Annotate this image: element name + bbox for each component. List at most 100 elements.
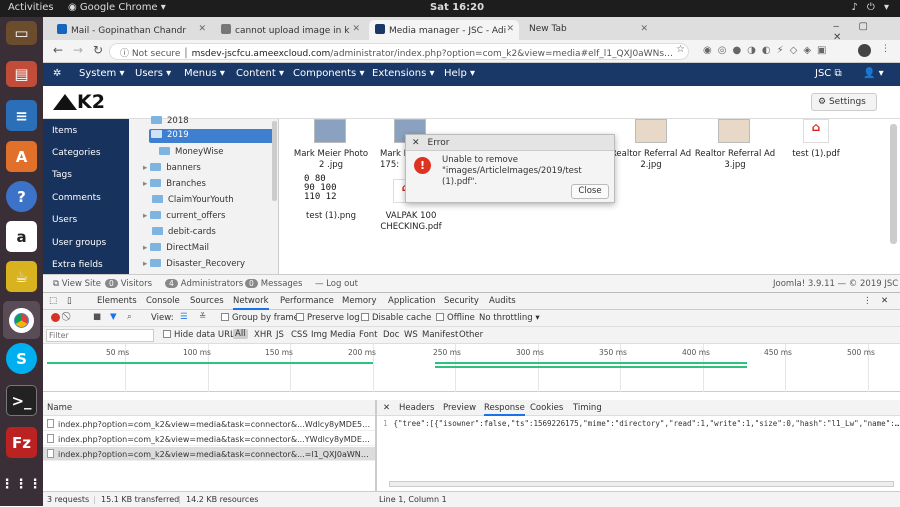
clock[interactable]: Sat 16:20 <box>430 2 484 13</box>
file-name[interactable]: Realtor Referral Ad 2.jpg <box>610 149 692 171</box>
png-preview[interactable]: 0 80 90 100 110 12 <box>304 175 364 202</box>
type-filter-img[interactable]: Img <box>311 330 327 340</box>
terminal-icon[interactable]: >_ <box>6 385 37 416</box>
software-center-icon[interactable]: A <box>6 141 37 172</box>
tab-timing[interactable]: Timing <box>573 403 602 413</box>
tab-cookies[interactable]: Cookies <box>530 403 563 413</box>
type-filter-ws[interactable]: WS <box>404 330 418 340</box>
visitors-indicator[interactable]: 0 Visitors <box>105 279 152 289</box>
tree-scrollbar[interactable] <box>272 121 277 201</box>
skype-icon[interactable]: S <box>6 343 37 374</box>
hide-data-urls-checkbox[interactable]: Hide data URLs <box>163 330 239 340</box>
tab-network[interactable]: Network <box>233 296 269 310</box>
sidebar-item-tags[interactable]: Tags <box>52 170 72 180</box>
tab-preview[interactable]: Preview <box>443 403 476 413</box>
menu-components[interactable]: Components ▾ <box>293 68 364 79</box>
sidebar-item-comments[interactable]: Comments <box>52 193 101 203</box>
close-tab-icon[interactable]: ✕ <box>198 24 206 34</box>
settings-button[interactable]: ⚙ Settings <box>811 93 877 111</box>
tab-new[interactable]: New Tab ✕ <box>523 20 653 40</box>
filter-icon[interactable]: ▼ <box>110 312 117 322</box>
type-filter-css[interactable]: CSS <box>291 330 308 340</box>
search-icon[interactable]: ⌕ <box>127 312 132 322</box>
type-filter-font[interactable]: Font <box>359 330 378 340</box>
image-thumbnail[interactable] <box>314 119 346 143</box>
throttling-select[interactable]: No throttling ▾ <box>479 313 540 323</box>
offline-checkbox[interactable]: Offline <box>436 313 475 323</box>
tree-folder[interactable]: ▸ banners <box>143 163 201 173</box>
table-row-selected[interactable]: index.php?option=com_k2&view=media&task=… <box>43 447 375 461</box>
bookmark-star-icon[interactable]: ☆ <box>676 44 685 55</box>
sidebar-item-users[interactable]: Users <box>52 215 77 225</box>
type-filter-doc[interactable]: Doc <box>383 330 399 340</box>
record-icon[interactable] <box>51 313 60 322</box>
waterfall-icon[interactable]: ≚ <box>199 312 206 322</box>
view-site-link[interactable]: ⧉ View Site <box>53 279 101 289</box>
tab-sources[interactable]: Sources <box>190 296 224 306</box>
tree-folder[interactable]: ClaimYourYouth <box>152 195 234 205</box>
help-icon[interactable]: ? <box>6 181 37 212</box>
admins-indicator[interactable]: 4 Administrators <box>165 279 243 289</box>
back-icon[interactable]: ← <box>53 43 63 57</box>
type-filter-js[interactable]: JS <box>276 330 284 340</box>
tree-folder[interactable]: MoneyWise <box>159 147 223 157</box>
pdf-icon[interactable]: ⌂ <box>803 119 829 143</box>
file-name[interactable]: Mark Meier Photo 2 .jpg <box>290 149 372 171</box>
table-row[interactable]: index.php?option=com_k2&view=media&task=… <box>43 432 375 446</box>
site-link[interactable]: JSC ⧉ <box>815 68 842 79</box>
device-icon[interactable]: ▯ <box>67 296 72 306</box>
messages-indicator[interactable]: 0 Messages <box>245 279 302 289</box>
tree-folder[interactable]: ▸ current_offers <box>143 211 225 221</box>
tree-folder[interactable]: ▸ DirectMail <box>143 243 209 253</box>
type-filter-manifest[interactable]: Manifest <box>422 330 458 340</box>
response-body[interactable]: 1 {"tree":[{"isowner":false,"ts":15692261… <box>383 419 900 428</box>
tab-headers[interactable]: Headers <box>399 403 434 413</box>
close-devtools-icon[interactable]: ✕ <box>881 296 888 306</box>
tab-performance[interactable]: Performance <box>280 296 334 306</box>
file-name[interactable]: Realtor Referral Ad 3.jpg <box>694 149 776 171</box>
tree-folder[interactable]: debit-cards <box>152 227 216 237</box>
tab-mail[interactable]: Mail - Gopinathan Chandr ✕ <box>51 20 211 40</box>
preserve-log-checkbox[interactable]: Preserve log <box>296 313 360 323</box>
table-row[interactable]: index.php?option=com_k2&view=media&task=… <box>43 417 375 431</box>
horizontal-scrollbar[interactable] <box>389 481 894 487</box>
teapot-icon[interactable]: ☕ <box>6 261 37 292</box>
app-icon[interactable]: ▤ <box>6 61 37 87</box>
large-rows-icon[interactable]: ☰ <box>180 312 188 322</box>
file-name[interactable]: test (1).png <box>290 211 372 222</box>
extension-icons[interactable]: ◉◎●◑◐⚡◇◈▣ <box>703 45 832 56</box>
apps-grid-icon[interactable]: ⋮⋮⋮ <box>1 469 42 500</box>
menu-help[interactable]: Help ▾ <box>444 68 475 79</box>
tab-elements[interactable]: Elements <box>97 296 137 306</box>
disable-cache-checkbox[interactable]: Disable cache <box>361 313 431 323</box>
sidebar-item-user-groups[interactable]: User groups <box>52 238 106 248</box>
file-name[interactable]: test (1).pdf <box>775 149 857 160</box>
name-column-header[interactable]: Name <box>43 400 375 416</box>
tree-folder[interactable]: ▸ Branches <box>143 179 206 189</box>
chrome-dock-icon[interactable] <box>3 301 40 339</box>
camera-icon[interactable]: ■ <box>93 312 101 322</box>
chrome-menu-icon[interactable]: ⋮ <box>881 44 890 54</box>
tab-stackoverflow[interactable]: cannot upload image in k ✕ <box>215 20 365 40</box>
menu-system[interactable]: System ▾ <box>79 68 125 79</box>
files-icon[interactable]: ▭ <box>6 21 37 45</box>
menu-content[interactable]: Content ▾ <box>236 68 284 79</box>
tab-security[interactable]: Security <box>444 296 479 306</box>
filezilla-icon[interactable]: Fz <box>6 427 37 458</box>
tab-memory[interactable]: Memory <box>342 296 377 306</box>
activities-button[interactable]: Activities <box>8 2 54 13</box>
amazon-icon[interactable]: a <box>6 221 37 252</box>
close-tab-icon[interactable]: ✕ <box>352 24 360 34</box>
joomla-logo-icon[interactable]: ✲ <box>53 68 61 79</box>
image-thumbnail[interactable] <box>718 119 750 143</box>
url-bar[interactable]: ⓘ Not secure │ msdev-jscfcu.ameexcloud.c… <box>109 43 689 60</box>
tab-application[interactable]: Application <box>388 296 436 306</box>
tab-response[interactable]: Response <box>484 403 525 416</box>
file-name[interactable]: VALPAK 100 CHECKING.pdf <box>370 211 452 233</box>
tree-folder[interactable]: ▸ Disaster_Recovery <box>143 259 245 269</box>
close-tab-icon[interactable]: ✕ <box>640 24 648 34</box>
network-overview-timeline[interactable]: 50 ms 100 ms 150 ms 200 ms 250 ms 300 ms… <box>43 344 900 392</box>
devtools-menu-icon[interactable]: ⋮ <box>863 296 872 306</box>
sidebar-item-items[interactable]: Items <box>52 126 77 136</box>
tab-audits[interactable]: Audits <box>489 296 516 306</box>
